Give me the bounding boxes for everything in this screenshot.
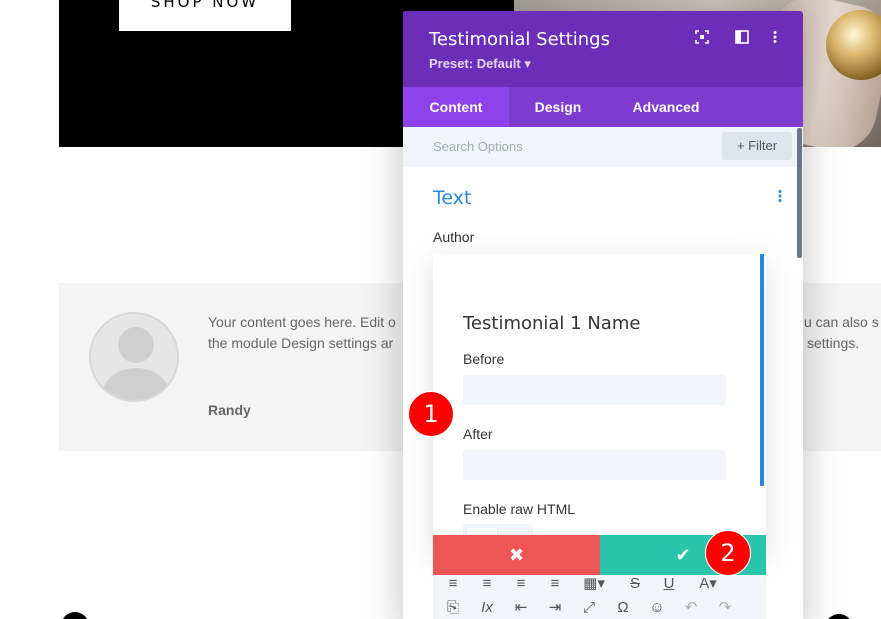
testimonial-text-line2: the module Design settings ar bbox=[208, 333, 393, 354]
outdent-icon[interactable]: ⇤ bbox=[510, 598, 532, 618]
strikethrough-icon[interactable]: S bbox=[624, 574, 646, 594]
emoji-icon[interactable]: ☺ bbox=[646, 598, 668, 618]
section-menu-icon[interactable] bbox=[775, 189, 785, 204]
editor-toolbar: ≡ ≡ ≡ ≡ ▦▾ S U A▾ ⎘ Ix ⇤ ⇥ ⤢ Ω ☺ ↶ ↷ bbox=[433, 575, 766, 619]
tab-advanced[interactable]: Advanced bbox=[607, 87, 725, 127]
page-dot-left bbox=[61, 612, 89, 619]
modal-scrollbar[interactable] bbox=[797, 128, 802, 258]
filter-button[interactable]: + Filter bbox=[722, 132, 792, 160]
undo-icon[interactable]: ↶ bbox=[680, 598, 702, 618]
section-title-text[interactable]: Text bbox=[433, 187, 471, 209]
step-marker-1: 1 bbox=[408, 391, 454, 437]
author-popup-card: Testimonial 1 Name Before After Enable r… bbox=[433, 254, 766, 554]
testimonial-text-line1: Your content goes here. Edit o bbox=[208, 312, 396, 333]
search-input[interactable]: Search Options bbox=[433, 139, 523, 154]
table-icon[interactable]: ▦▾ bbox=[578, 574, 610, 594]
fullscreen-icon[interactable]: ⤢ bbox=[578, 598, 600, 618]
modal-title: Testimonial Settings bbox=[429, 29, 610, 50]
shop-now-button[interactable]: SHOP NOW bbox=[119, 0, 291, 31]
more-vertical-icon[interactable] bbox=[766, 30, 784, 48]
clear-format-icon[interactable]: Ix bbox=[476, 598, 498, 618]
before-label: Before bbox=[463, 351, 504, 367]
raw-html-label: Enable raw HTML bbox=[463, 501, 575, 517]
testimonial-text-line1-end: u can also s bbox=[804, 312, 879, 333]
after-label: After bbox=[463, 426, 493, 442]
step-marker-2: 2 bbox=[705, 530, 751, 576]
testimonial-text-line2-end: settings. bbox=[807, 333, 859, 354]
search-options-bar: Search Options + Filter bbox=[403, 127, 803, 167]
expand-icon[interactable] bbox=[693, 30, 711, 48]
indent-icon[interactable]: ⇥ bbox=[544, 598, 566, 618]
testimonial-avatar bbox=[89, 312, 179, 402]
page-dot-right bbox=[825, 614, 853, 619]
card-title: Testimonial 1 Name bbox=[463, 313, 640, 334]
paste-icon[interactable]: ⎘ bbox=[442, 598, 464, 618]
align-justify-icon[interactable]: ≡ bbox=[544, 574, 566, 594]
columns-icon[interactable] bbox=[733, 30, 751, 48]
card-scrollbar[interactable] bbox=[760, 254, 764, 486]
underline-icon[interactable]: U bbox=[658, 574, 680, 594]
before-input[interactable] bbox=[463, 375, 726, 405]
testimonial-author: Randy bbox=[208, 402, 251, 418]
text-color-icon[interactable]: A▾ bbox=[690, 574, 726, 594]
modal-tabs: Content Design Advanced bbox=[403, 87, 803, 127]
cancel-button[interactable]: ✖ bbox=[433, 535, 600, 575]
preset-dropdown[interactable]: Preset: Default ▾ bbox=[429, 56, 531, 72]
author-label: Author bbox=[433, 229, 474, 245]
tab-design[interactable]: Design bbox=[509, 87, 607, 127]
align-center-icon[interactable]: ≡ bbox=[476, 574, 498, 594]
modal-header: Testimonial Settings Preset: Default ▾ bbox=[403, 11, 803, 87]
align-left-icon[interactable]: ≡ bbox=[442, 574, 464, 594]
special-character-icon[interactable]: Ω bbox=[612, 598, 634, 618]
redo-icon[interactable]: ↷ bbox=[714, 598, 736, 618]
align-right-icon[interactable]: ≡ bbox=[510, 574, 532, 594]
tab-content[interactable]: Content bbox=[403, 87, 509, 127]
after-input[interactable] bbox=[463, 450, 726, 480]
